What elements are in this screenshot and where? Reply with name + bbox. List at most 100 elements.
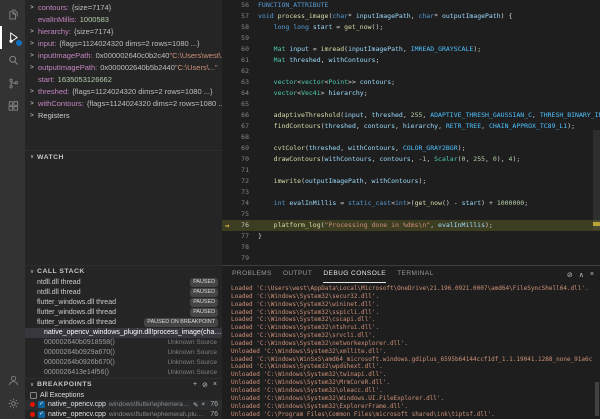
- variable-row[interactable]: >input:{flags=1124024320 dims=2 rows=108…: [25, 38, 222, 50]
- code-text[interactable]: adaptiveThreshold(input, threshed, 255, …: [258, 110, 600, 121]
- close-panel-icon[interactable]: ×: [590, 271, 594, 279]
- editor-scrollbar[interactable]: [593, 130, 600, 230]
- source-control-icon[interactable]: [0, 72, 25, 95]
- call-stack-frame-row[interactable]: 00000264b0926b670()Unknown Source: [25, 358, 222, 368]
- code-line[interactable]: 69 cvtColor(threshed, withContours, COLO…: [222, 143, 600, 154]
- line-number[interactable]: 76: [232, 220, 258, 231]
- variable-row[interactable]: >outputImagePath:0x000002640b5b2440 "C:\…: [25, 62, 222, 74]
- line-number[interactable]: 57: [232, 11, 258, 22]
- line-number[interactable]: 66: [232, 110, 258, 121]
- code-line[interactable]: 57void process_image(char* inputImagePat…: [222, 11, 600, 22]
- code-line[interactable]: 73: [222, 187, 600, 198]
- line-number[interactable]: 63: [232, 77, 258, 88]
- breakpoint-checkbox[interactable]: ✓: [38, 401, 45, 408]
- code-line[interactable]: 62: [222, 66, 600, 77]
- breakpoint-checkbox[interactable]: [30, 392, 37, 399]
- call-stack-section-header[interactable]: ∨ CALL STACK: [25, 265, 222, 278]
- code-line[interactable]: 56FUNCTION_ATTRIBUTE: [222, 0, 600, 11]
- code-line[interactable]: 63 vector<vector<Point>> contours;: [222, 77, 600, 88]
- code-line[interactable]: 70 drawContours(withContours, contours, …: [222, 154, 600, 165]
- variable-row[interactable]: >inputImagePath:0x000002640c0b2c40 "C:\U…: [25, 50, 222, 62]
- call-stack-thread-row[interactable]: flutter_windows.dll threadPAUSED: [25, 308, 222, 318]
- code-text[interactable]: [258, 242, 600, 253]
- code-line[interactable]: 64 vector<Vec4i> hierarchy;: [222, 88, 600, 99]
- code-text[interactable]: long long start = get_now();: [258, 22, 600, 33]
- code-line[interactable]: 66 adaptiveThreshold(input, threshed, 25…: [222, 110, 600, 121]
- line-number[interactable]: 60: [232, 44, 258, 55]
- code-line[interactable]: 68: [222, 132, 600, 143]
- line-number[interactable]: 69: [232, 143, 258, 154]
- remove-all-breakpoints-icon[interactable]: ×: [213, 381, 217, 389]
- call-stack-thread-row[interactable]: ntdll.dll threadPAUSED: [25, 278, 222, 288]
- code-text[interactable]: [258, 209, 600, 220]
- line-number[interactable]: 59: [232, 33, 258, 44]
- account-icon[interactable]: [0, 369, 25, 392]
- line-number[interactable]: 79: [232, 253, 258, 264]
- line-number[interactable]: 74: [232, 198, 258, 209]
- code-line[interactable]: 67 findContours(threshed, contours, hier…: [222, 121, 600, 132]
- code-line[interactable]: 78: [222, 242, 600, 253]
- call-stack-thread-row[interactable]: flutter_windows.dll threadPAUSED ON BREA…: [25, 318, 222, 328]
- toggle-breakpoints-icon[interactable]: ⊘: [202, 381, 208, 389]
- explorer-icon[interactable]: [0, 3, 25, 26]
- code-text[interactable]: void process_image(char* inputImagePath,…: [258, 11, 600, 22]
- code-text[interactable]: vector<Vec4i> hierarchy;: [258, 88, 600, 99]
- code-text[interactable]: }: [258, 231, 600, 242]
- code-line[interactable]: 75: [222, 209, 600, 220]
- breakpoint-row[interactable]: All Exceptions: [25, 391, 222, 401]
- code-text[interactable]: drawContours(withContours, contours, -1,…: [258, 154, 600, 165]
- line-number[interactable]: 67: [232, 121, 258, 132]
- line-number[interactable]: 64: [232, 88, 258, 99]
- code-text[interactable]: [258, 165, 600, 176]
- variable-row[interactable]: >Registers: [25, 110, 222, 122]
- code-line[interactable]: 71: [222, 165, 600, 176]
- code-text[interactable]: imwrite(outputImagePath, withContours);: [258, 176, 600, 187]
- variable-row[interactable]: >contours:{size=7174}: [25, 2, 222, 14]
- code-text[interactable]: [258, 99, 600, 110]
- code-line[interactable]: 58 long long start = get_now();: [222, 22, 600, 33]
- breakpoint-row[interactable]: ✓native_opencv.cppwindows\flutter\epheme…: [25, 410, 222, 419]
- code-text[interactable]: [258, 66, 600, 77]
- code-line[interactable]: 74 int evalInMillis = static_cast<int>(g…: [222, 198, 600, 209]
- code-text[interactable]: platform_log("Processing done in %dms\n"…: [258, 220, 600, 231]
- code-line[interactable]: 65: [222, 99, 600, 110]
- line-number[interactable]: 65: [232, 99, 258, 110]
- code-line[interactable]: →76 platform_log("Processing done in %dm…: [222, 220, 600, 231]
- breakpoints-section-header[interactable]: ∨ BREAKPOINTS +⊘×: [25, 378, 222, 391]
- variable-row[interactable]: >threshed:{flags=1124024320 dims=2 rows=…: [25, 86, 222, 98]
- line-number[interactable]: 56: [232, 0, 258, 11]
- line-number[interactable]: 70: [232, 154, 258, 165]
- line-number[interactable]: 71: [232, 165, 258, 176]
- call-stack-frame-row[interactable]: 0000026413e14f56()Unknown Source: [25, 368, 222, 378]
- line-number[interactable]: 75: [232, 209, 258, 220]
- line-number[interactable]: 78: [232, 242, 258, 253]
- code-line[interactable]: 60 Mat input = imread(inputImagePath, IM…: [222, 44, 600, 55]
- watch-section-header[interactable]: ∨ WATCH: [25, 150, 222, 163]
- code-text[interactable]: cvtColor(threshed, withContours, COLOR_G…: [258, 143, 600, 154]
- collapse-panel-icon[interactable]: ∧: [579, 271, 584, 279]
- code-text[interactable]: [258, 33, 600, 44]
- code-text[interactable]: Mat threshed, withContours;: [258, 55, 600, 66]
- add-function-breakpoint-icon[interactable]: +: [193, 381, 197, 389]
- code-line[interactable]: 77}: [222, 231, 600, 242]
- tab-problems[interactable]: PROBLEMS: [232, 266, 272, 283]
- code-line[interactable]: 79: [222, 253, 600, 264]
- tab-terminal[interactable]: TERMINAL: [397, 266, 434, 283]
- clear-console-icon[interactable]: ⊘: [567, 271, 573, 279]
- code-text[interactable]: vector<vector<Point>> contours;: [258, 77, 600, 88]
- code-line[interactable]: 72 imwrite(outputImagePath, withContours…: [222, 176, 600, 187]
- call-stack-frame-row[interactable]: native_opencv_windows_plugin.dll!process…: [25, 328, 222, 338]
- variable-row[interactable]: evalInMillis:1000583: [25, 14, 222, 26]
- code-text[interactable]: [258, 132, 600, 143]
- code-text[interactable]: int evalInMillis = static_cast<int>(get_…: [258, 198, 600, 209]
- tab-output[interactable]: OUTPUT: [283, 266, 313, 283]
- call-stack-thread-row[interactable]: ntdll.dll threadPAUSED: [25, 288, 222, 298]
- run-and-debug-icon[interactable]: [0, 26, 25, 49]
- call-stack-frame-row[interactable]: 00000264b0929a670()Unknown Source: [25, 348, 222, 358]
- code-text[interactable]: [258, 253, 600, 264]
- line-number[interactable]: 61: [232, 55, 258, 66]
- settings-gear-icon[interactable]: [0, 392, 25, 415]
- code-text[interactable]: [258, 187, 600, 198]
- line-number[interactable]: 68: [232, 132, 258, 143]
- breakpoint-checkbox[interactable]: ✓: [38, 411, 45, 418]
